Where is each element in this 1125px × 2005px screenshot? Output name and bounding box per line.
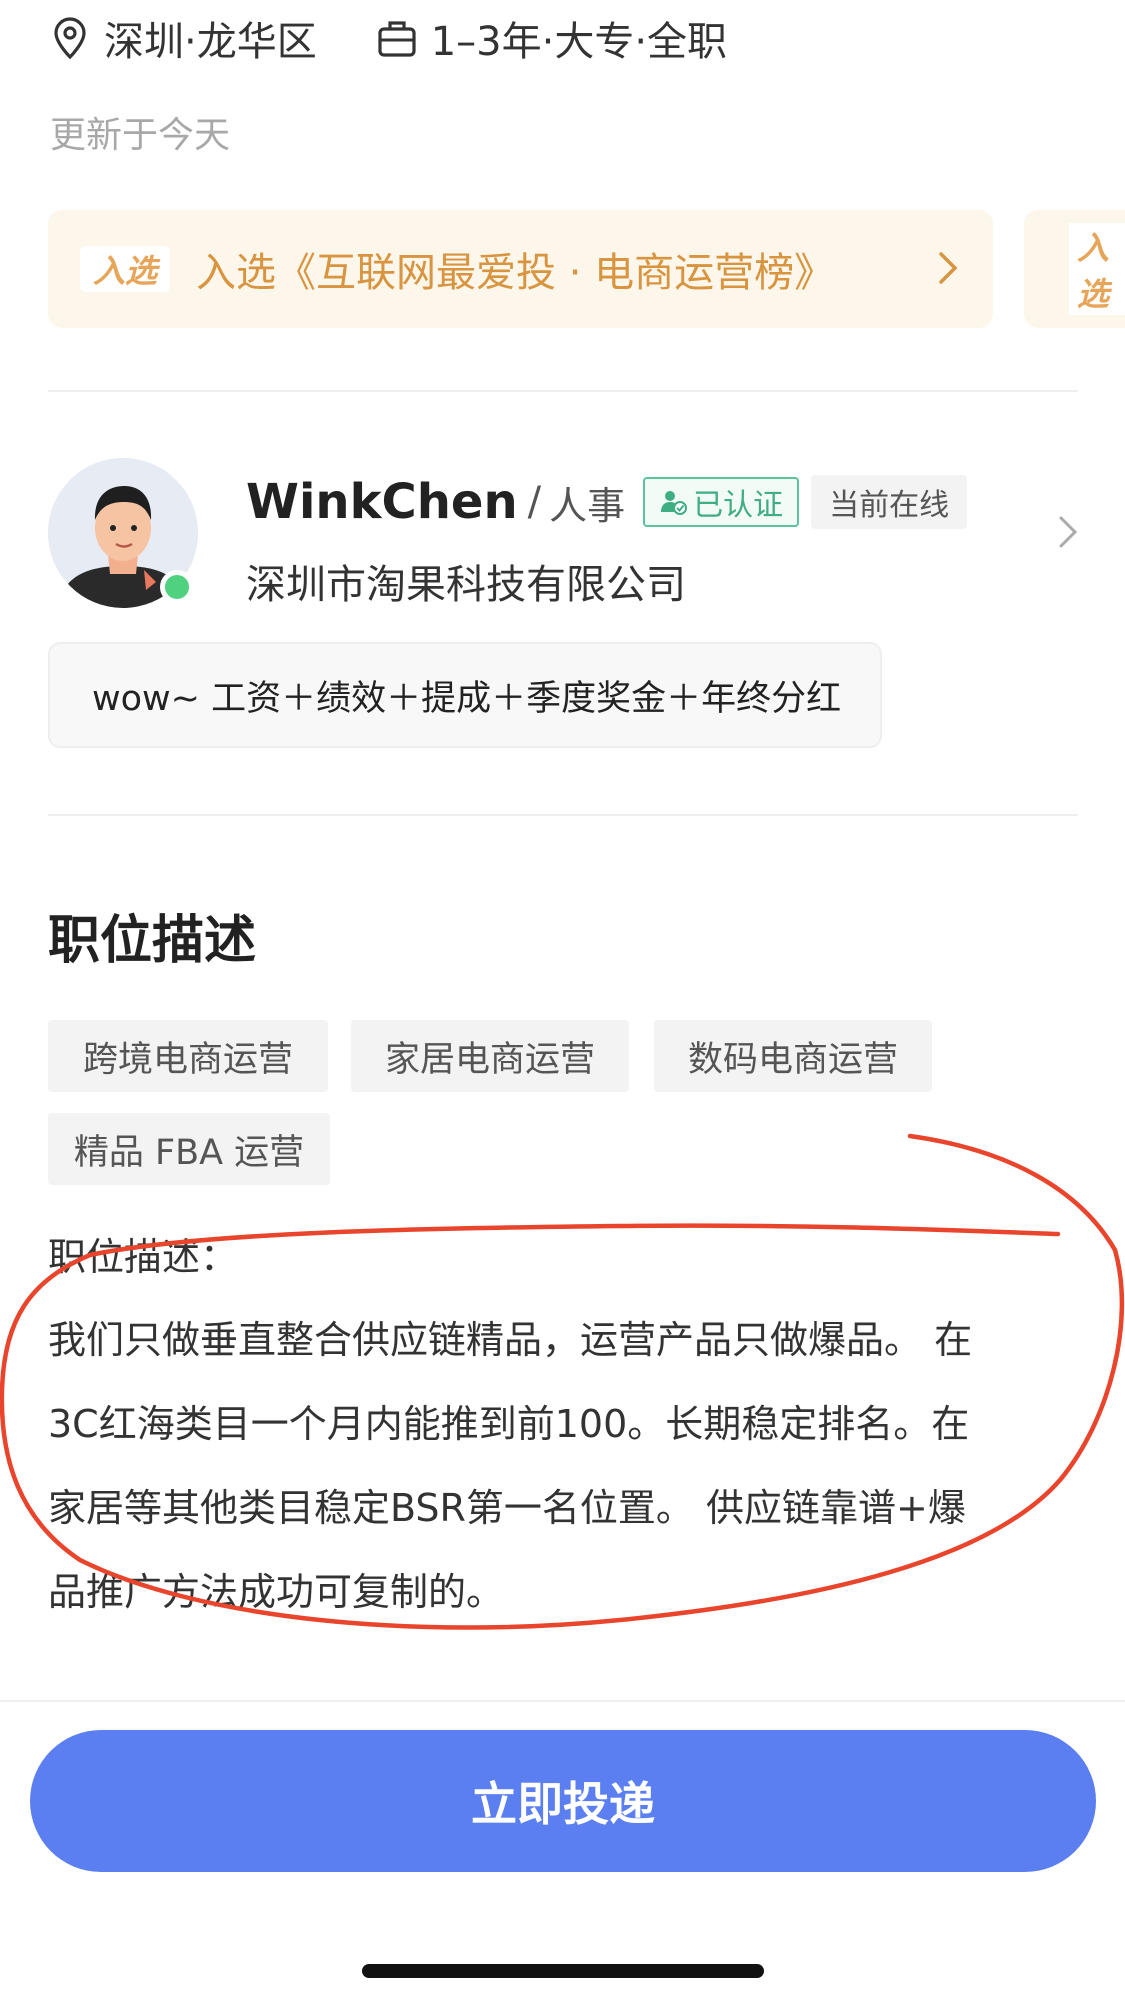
online-badge: 当前在线 xyxy=(811,475,968,529)
updated-time: 更新于今天 xyxy=(50,115,231,156)
ranking-badge-next: 入选 xyxy=(1069,223,1125,315)
recruiter-greeting: wow~ 工资＋绩效＋提成＋季度奖金＋年终分红 xyxy=(48,642,882,748)
briefcase-icon xyxy=(378,21,416,57)
description-line: 我们只做垂直整合供应链精品，运营产品只做爆品。 在 xyxy=(48,1318,973,1362)
chevron-right-icon[interactable] xyxy=(1055,512,1081,552)
description-line: 品推广方法成功可复制的。 xyxy=(48,1570,505,1614)
job-tag: 跨境电商运营 xyxy=(48,1020,328,1092)
apply-button[interactable]: 立即投递 xyxy=(30,1730,1096,1872)
verified-user-icon xyxy=(661,491,688,515)
verified-badge: 已认证 xyxy=(643,477,800,527)
recruiter-info[interactable]: WinkChen / 人事 已认证 当前在线 xyxy=(246,472,968,532)
job-tag: 家居电商运营 xyxy=(351,1020,629,1092)
job-tag: 数码电商运营 xyxy=(654,1020,932,1092)
ranking-banner-text: 入选《互联网最爱投 · 电商运营榜》 xyxy=(196,250,835,296)
section-title: 职位描述 xyxy=(48,911,257,971)
job-location-text: 深圳·龙华区 xyxy=(104,19,317,65)
description-line: 家居等其他类目稳定BSR第一名位置。 供应链靠谱+爆 xyxy=(48,1486,966,1530)
chevron-right-icon xyxy=(939,252,958,284)
verified-label: 已认证 xyxy=(693,488,784,523)
recruiter-separator: / xyxy=(527,479,542,525)
divider xyxy=(48,814,1078,816)
job-location: 深圳·龙华区 xyxy=(50,9,317,67)
job-detail-page: 深圳·龙华区 1–3年·大专·全职 更新于今天 入选 入选《互联网最爱投 · 电… xyxy=(0,0,1125,2005)
recruiter-role: 人事 xyxy=(549,483,626,528)
online-status-dot xyxy=(160,570,194,604)
description-line: 3C红海类目一个月内能推到前100。长期稳定排名。在 xyxy=(48,1402,970,1446)
job-requirements: 1–3年·大专·全职 xyxy=(377,9,727,67)
job-meta-row: 深圳·龙华区 1–3年·大专·全职 xyxy=(50,10,727,66)
description-heading: 职位描述： xyxy=(48,1235,239,1279)
location-pin-icon xyxy=(54,17,86,60)
home-indicator xyxy=(362,1964,764,1978)
description-body: 我们只做垂直整合供应链精品，运营产品只做爆品。 在 3C红海类目一个月内能推到前… xyxy=(48,1298,1078,1634)
ranking-banner-next[interactable]: 入选 xyxy=(1024,210,1125,328)
job-requirements-text: 1–3年·大专·全职 xyxy=(430,19,728,65)
ranking-badge: 入选 xyxy=(80,246,170,292)
recruiter-name: WinkChen xyxy=(246,474,518,530)
bottom-divider xyxy=(0,1700,1125,1702)
job-tag: 精品 FBA 运营 xyxy=(48,1113,330,1185)
ranking-banner[interactable]: 入选 入选《互联网最爱投 · 电商运营榜》 xyxy=(48,210,993,328)
company-name[interactable]: 深圳市淘果科技有限公司 xyxy=(246,552,686,610)
divider xyxy=(48,390,1078,392)
